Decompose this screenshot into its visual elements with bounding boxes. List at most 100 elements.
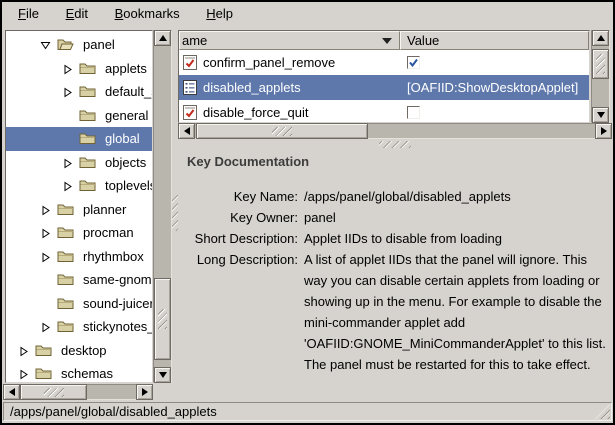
window-resize-grip-icon[interactable]	[595, 404, 610, 419]
checkbox-unchecked[interactable]	[407, 106, 420, 119]
scroll-right-button[interactable]	[595, 123, 612, 139]
tree-item-label: procman	[80, 224, 137, 241]
tree-item-sound-juicer[interactable]: sound-juicer	[6, 292, 152, 316]
scrollbar-thumb[interactable]	[592, 49, 609, 79]
tree-item-label: global	[102, 130, 143, 147]
key-value[interactable]	[400, 56, 589, 69]
folder-icon	[79, 109, 96, 122]
tree-item-objects[interactable]: objects	[6, 151, 152, 175]
open-folder-icon	[57, 38, 74, 51]
tree-item-label: stickynotes_	[80, 318, 153, 335]
tree-item-planner[interactable]: planner	[6, 198, 152, 222]
thumb-grip-icon	[272, 127, 292, 136]
checkbox-checked[interactable]	[407, 56, 420, 69]
thumb-grip-icon	[158, 309, 167, 329]
expander-open-icon[interactable]	[40, 39, 52, 50]
scroll-left-button[interactable]	[3, 384, 20, 400]
sort-indicator-icon	[382, 38, 392, 44]
name-column-header[interactable]: ame	[179, 31, 400, 50]
tree-item-same-gnome[interactable]: same-gnome	[6, 268, 152, 292]
short-description-value: Applet IIDs to disable from loading	[304, 228, 606, 249]
tree-item-rhythmbox[interactable]: rhythmbox	[6, 245, 152, 269]
table-row-disable-force-quit[interactable]: disable_force_quit	[179, 100, 589, 123]
expander-closed-icon[interactable]	[62, 157, 74, 168]
scroll-right-button[interactable]	[136, 384, 153, 400]
folder-icon	[57, 203, 74, 216]
key-documentation-panel: Key Documentation Key Name: /apps/panel/…	[178, 148, 613, 402]
thumb-grip-icon	[44, 388, 64, 397]
expander-closed-icon[interactable]	[40, 227, 52, 238]
tree-horizontal-scrollbar[interactable]	[3, 384, 153, 400]
boolean-key-icon	[183, 55, 197, 70]
scrollbar-thumb[interactable]	[20, 384, 87, 400]
tree-item-schemas[interactable]: schemas	[6, 362, 152, 383]
scrollbar-thumb[interactable]	[196, 123, 368, 139]
key-owner-label: Key Owner:	[182, 207, 298, 228]
scroll-left-button[interactable]	[178, 123, 195, 139]
scrollbar-thumb[interactable]	[154, 278, 171, 360]
tree-vertical-scrollbar[interactable]	[153, 30, 172, 383]
table-row-confirm-panel-remove[interactable]: confirm_panel_remove	[179, 50, 589, 75]
folder-icon	[35, 344, 52, 357]
arrow-up-icon	[597, 35, 605, 41]
boolean-key-icon	[183, 105, 197, 120]
expander-closed-icon[interactable]	[18, 368, 30, 379]
tree-item-applets[interactable]: applets	[6, 57, 152, 81]
table-horizontal-scrollbar[interactable]	[178, 123, 612, 140]
folder-icon	[57, 250, 74, 263]
tree-item-general[interactable]: general	[6, 104, 152, 128]
tree-item-global[interactable]: global	[6, 127, 152, 151]
pane-grip-icon	[379, 141, 411, 148]
scroll-down-button[interactable]	[154, 367, 171, 383]
menu-edit[interactable]: Edit	[55, 2, 99, 24]
name-column-label: ame	[182, 33, 207, 48]
expander-closed-icon[interactable]	[40, 321, 52, 332]
expander-closed-icon[interactable]	[62, 63, 74, 74]
expander-closed-icon[interactable]	[18, 345, 30, 356]
short-description-label: Short Description:	[182, 228, 298, 249]
tree-item-panel[interactable]: panel	[6, 33, 152, 57]
arrow-right-icon	[142, 388, 148, 396]
arrow-down-icon	[159, 372, 167, 378]
key-value[interactable]	[400, 106, 589, 119]
folder-icon	[35, 367, 52, 380]
scroll-up-button[interactable]	[592, 30, 609, 46]
tree-item-toplevels[interactable]: toplevels	[6, 174, 152, 198]
tree-item-label: default_se	[102, 83, 153, 100]
tree-item-label: desktop	[58, 342, 110, 359]
scroll-up-button[interactable]	[154, 30, 171, 46]
table-header: ame Value	[179, 31, 589, 50]
tree-item-procman[interactable]: procman	[6, 221, 152, 245]
statusbar: /apps/panel/global/disabled_applets	[3, 402, 612, 421]
config-tree: panel applets default_se general global	[5, 30, 153, 383]
tree-item-label: objects	[102, 154, 149, 171]
tree-item-stickynotes[interactable]: stickynotes_	[6, 315, 152, 339]
expander-closed-icon[interactable]	[62, 180, 74, 191]
statusbar-path-text: /apps/panel/global/disabled_applets	[10, 404, 217, 419]
menu-help[interactable]: Help	[195, 2, 244, 24]
list-key-icon	[183, 80, 197, 95]
scroll-down-button[interactable]	[592, 107, 609, 123]
vertical-pane-resize-handle[interactable]	[178, 141, 612, 148]
tree-item-label: panel	[80, 36, 118, 53]
table-row-disabled-applets[interactable]: disabled_applets [OAFIID:ShowDesktopAppl…	[179, 75, 589, 100]
tree-item-default-setup[interactable]: default_se	[6, 80, 152, 104]
value-column-header[interactable]: Value	[400, 31, 589, 50]
tree-item-label: sound-juicer	[80, 295, 153, 312]
tree-item-label: applets	[102, 60, 150, 77]
expander-closed-icon[interactable]	[62, 86, 74, 97]
menu-bookmarks[interactable]: Bookmarks	[104, 2, 191, 24]
thumb-grip-icon	[596, 54, 605, 74]
folder-icon	[57, 320, 74, 333]
expander-closed-icon[interactable]	[40, 204, 52, 215]
tree-item-desktop[interactable]: desktop	[6, 339, 152, 363]
arrow-left-icon	[184, 127, 190, 135]
menu-file[interactable]: File	[7, 2, 50, 24]
long-description-value: A list of applet IIDs that the panel wil…	[304, 249, 606, 375]
tree-item-label: planner	[80, 201, 129, 218]
table-vertical-scrollbar[interactable]	[590, 30, 610, 123]
long-description-label: Long Description:	[182, 249, 298, 375]
folder-icon	[79, 132, 96, 145]
key-value[interactable]: [OAFIID:ShowDesktopApplet]	[400, 80, 589, 95]
expander-closed-icon[interactable]	[40, 251, 52, 262]
